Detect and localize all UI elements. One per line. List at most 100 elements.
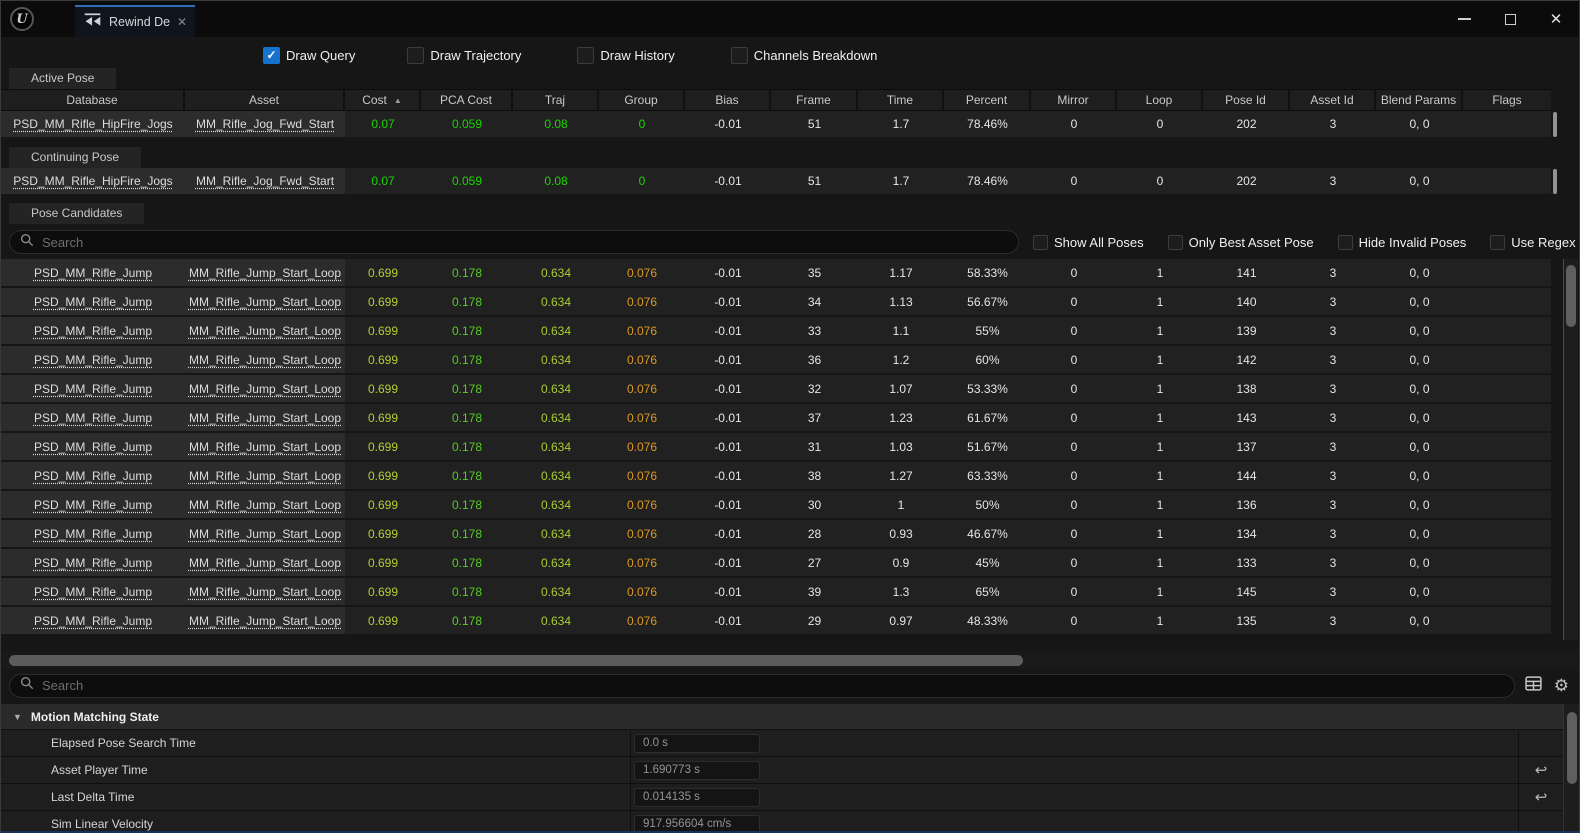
table-row[interactable]: PSD_MM_Rifle_Jump MM_Rifle_Jump_Start_Loo… <box>1 578 1551 605</box>
table-row[interactable]: PSD_MM_Rifle_Jump MM_Rifle_Jump_Start_Loo… <box>1 404 1551 431</box>
checkbox-box[interactable] <box>1490 235 1505 250</box>
asset-link-cell[interactable]: PSD_MM_Rifle_Jump <box>1 288 185 315</box>
asset-link[interactable]: MM_Rifle_Jump_Start_Loop <box>189 469 341 483</box>
table-row[interactable]: PSD_MM_Rifle_Jump MM_Rifle_Jump_Start_Loo… <box>1 491 1551 518</box>
table-row[interactable]: PSD_MM_Rifle_Jump MM_Rifle_Jump_Start_Loo… <box>1 462 1551 489</box>
checkbox-box[interactable]: ✓ <box>263 47 280 64</box>
asset-link-cell[interactable]: PSD_MM_Rifle_Jump <box>1 259 185 286</box>
asset-link[interactable]: MM_Rifle_Jump_Start_Loop <box>189 353 341 367</box>
table-row[interactable]: PSD_MM_Rifle_HipFire_JogsMM_Rifle_Jog_Fw… <box>1 168 1551 194</box>
asset-link-cell[interactable]: PSD_MM_Rifle_Jump <box>1 549 185 576</box>
reset-to-default-icon[interactable]: ↩ <box>1535 761 1548 779</box>
checkbox-box[interactable] <box>1168 235 1183 250</box>
table-row[interactable]: PSD_MM_Rifle_Jump MM_Rifle_Jump_Start_Loo… <box>1 375 1551 402</box>
database-link[interactable]: PSD_MM_Rifle_Jump <box>34 585 152 599</box>
asset-link-cell[interactable]: PSD_MM_Rifle_Jump <box>1 433 185 460</box>
asset-link-cell[interactable]: MM_Rifle_Jump_Start_Loop <box>185 375 345 402</box>
table-row[interactable]: PSD_MM_Rifle_Jump MM_Rifle_Jump_Start_Loo… <box>1 259 1551 286</box>
column-header-traj[interactable]: Traj <box>513 90 599 110</box>
asset-link-cell[interactable]: PSD_MM_Rifle_Jump <box>1 578 185 605</box>
asset-link-cell[interactable]: PSD_MM_Rifle_Jump <box>1 520 185 547</box>
asset-link-cell[interactable]: MM_Rifle_Jump_Start_Loop <box>185 433 345 460</box>
column-header-flags[interactable]: Flags <box>1463 90 1551 110</box>
asset-link-cell[interactable]: PSD_MM_Rifle_HipFire_Jogs <box>1 168 185 194</box>
database-link[interactable]: PSD_MM_Rifle_Jump <box>34 498 152 512</box>
checkbox-draw-query[interactable]: ✓Draw Query <box>263 47 355 64</box>
gear-icon[interactable]: ⚙ <box>1554 677 1569 694</box>
database-link[interactable]: PSD_MM_Rifle_Jump <box>34 614 152 628</box>
checkbox-show-all-poses[interactable]: Show All Poses <box>1033 235 1144 250</box>
checkbox-use-regex[interactable]: Use Regex <box>1490 235 1575 250</box>
database-link[interactable]: PSD_MM_Rifle_Jump <box>34 324 152 338</box>
table-row[interactable]: PSD_MM_Rifle_HipFire_JogsMM_Rifle_Jog_Fw… <box>1 111 1551 137</box>
column-header-loop[interactable]: Loop <box>1117 90 1203 110</box>
asset-link-cell[interactable]: PSD_MM_Rifle_Jump <box>1 607 185 634</box>
checkbox-channels-breakdown[interactable]: Channels Breakdown <box>731 47 878 64</box>
asset-link[interactable]: MM_Rifle_Jump_Start_Loop <box>189 527 341 541</box>
asset-link-cell[interactable]: MM_Rifle_Jump_Start_Loop <box>185 607 345 634</box>
checkbox-box[interactable] <box>731 47 748 64</box>
database-link[interactable]: PSD_MM_Rifle_Jump <box>34 440 152 454</box>
table-row[interactable]: PSD_MM_Rifle_Jump MM_Rifle_Jump_Start_Loo… <box>1 549 1551 576</box>
horizontal-scrollbar-thumb[interactable] <box>9 655 1023 666</box>
table-row[interactable]: PSD_MM_Rifle_Jump MM_Rifle_Jump_Start_Loo… <box>1 317 1551 344</box>
checkbox-hide-invalid-poses[interactable]: Hide Invalid Poses <box>1338 235 1467 250</box>
asset-link-cell[interactable]: MM_Rifle_Jump_Start_Loop <box>185 404 345 431</box>
asset-link[interactable]: MM_Rifle_Jump_Start_Loop <box>189 382 341 396</box>
column-header-pca-cost[interactable]: PCA Cost <box>421 90 513 110</box>
property-value-field[interactable]: 1.690773 s <box>634 761 760 780</box>
database-link[interactable]: PSD_MM_Rifle_Jump <box>34 353 152 367</box>
asset-link-cell[interactable]: PSD_MM_Rifle_Jump <box>1 462 185 489</box>
table-row[interactable]: PSD_MM_Rifle_Jump MM_Rifle_Jump_Start_Loo… <box>1 288 1551 315</box>
property-value-field[interactable]: 0.014135 s <box>634 788 760 807</box>
tab-active-pose[interactable]: Active Pose <box>9 68 116 89</box>
checkbox-draw-history[interactable]: Draw History <box>577 47 674 64</box>
details-search-box[interactable] <box>9 674 1515 698</box>
checkbox-box[interactable] <box>1338 235 1353 250</box>
asset-link-cell[interactable]: MM_Rifle_Jump_Start_Loop <box>185 578 345 605</box>
table-row[interactable]: PSD_MM_Rifle_Jump MM_Rifle_Jump_Start_Loo… <box>1 346 1551 373</box>
database-link[interactable]: PSD_MM_Rifle_HipFire_Jogs <box>13 174 172 188</box>
column-header-mirror[interactable]: Mirror <box>1031 90 1117 110</box>
asset-link[interactable]: MM_Rifle_Jump_Start_Loop <box>189 324 341 338</box>
details-scrollbar-track[interactable] <box>1563 704 1579 832</box>
column-header-cost[interactable]: Cost▲ <box>345 90 421 110</box>
asset-link[interactable]: MM_Rifle_Jump_Start_Loop <box>189 440 341 454</box>
asset-link[interactable]: MM_Rifle_Jump_Start_Loop <box>189 295 341 309</box>
asset-link-cell[interactable]: PSD_MM_Rifle_Jump <box>1 404 185 431</box>
asset-link[interactable]: MM_Rifle_Jump_Start_Loop <box>189 556 341 570</box>
motion-matching-state-header[interactable]: ▼ Motion Matching State <box>1 704 1563 730</box>
asset-link[interactable]: MM_Rifle_Jump_Start_Loop <box>189 614 341 628</box>
database-link[interactable]: PSD_MM_Rifle_Jump <box>34 556 152 570</box>
asset-link[interactable]: MM_Rifle_Jump_Start_Loop <box>189 585 341 599</box>
asset-link-cell[interactable]: MM_Rifle_Jump_Start_Loop <box>185 491 345 518</box>
asset-link-cell[interactable]: MM_Rifle_Jump_Start_Loop <box>185 520 345 547</box>
database-link[interactable]: PSD_MM_Rifle_Jump <box>34 527 152 541</box>
tab-pose-candidates[interactable]: Pose Candidates <box>9 203 144 224</box>
table-view-icon[interactable] <box>1525 676 1542 696</box>
column-header-group[interactable]: Group <box>599 90 685 110</box>
candidates-scrollbar-track[interactable] <box>1563 259 1578 640</box>
checkbox-only-best-asset-pose[interactable]: Only Best Asset Pose <box>1168 235 1314 250</box>
asset-link-cell[interactable]: MM_Rifle_Jump_Start_Loop <box>185 317 345 344</box>
active-pose-scrollbar-thumb[interactable] <box>1553 112 1557 137</box>
asset-link-cell[interactable]: MM_Rifle_Jump_Start_Loop <box>185 288 345 315</box>
table-row[interactable]: PSD_MM_Rifle_Jump MM_Rifle_Jump_Start_Loo… <box>1 520 1551 547</box>
asset-link[interactable]: MM_Rifle_Jump_Start_Loop <box>189 411 341 425</box>
asset-link-cell[interactable]: PSD_MM_Rifle_Jump <box>1 346 185 373</box>
details-scrollbar-thumb[interactable] <box>1567 712 1577 784</box>
candidates-search-input[interactable] <box>42 235 1008 250</box>
asset-link-cell[interactable]: PSD_MM_Rifle_Jump <box>1 375 185 402</box>
tab-close-icon[interactable]: ✕ <box>177 15 187 29</box>
asset-link-cell[interactable]: PSD_MM_Rifle_Jump <box>1 491 185 518</box>
asset-link-cell[interactable]: MM_Rifle_Jog_Fwd_Start <box>185 111 345 137</box>
asset-link[interactable]: MM_Rifle_Jump_Start_Loop <box>189 266 341 280</box>
unreal-engine-logo[interactable]: U <box>10 7 34 31</box>
table-row[interactable]: PSD_MM_Rifle_Jump MM_Rifle_Jump_Start_Loo… <box>1 433 1551 460</box>
asset-link-cell[interactable]: PSD_MM_Rifle_Jump <box>1 317 185 344</box>
column-header-percent[interactable]: Percent <box>944 90 1031 110</box>
column-header-asset-id[interactable]: Asset Id <box>1290 90 1376 110</box>
column-header-blend-params[interactable]: Blend Params <box>1376 90 1463 110</box>
column-header-frame[interactable]: Frame <box>771 90 858 110</box>
minimize-button[interactable] <box>1441 1 1487 37</box>
